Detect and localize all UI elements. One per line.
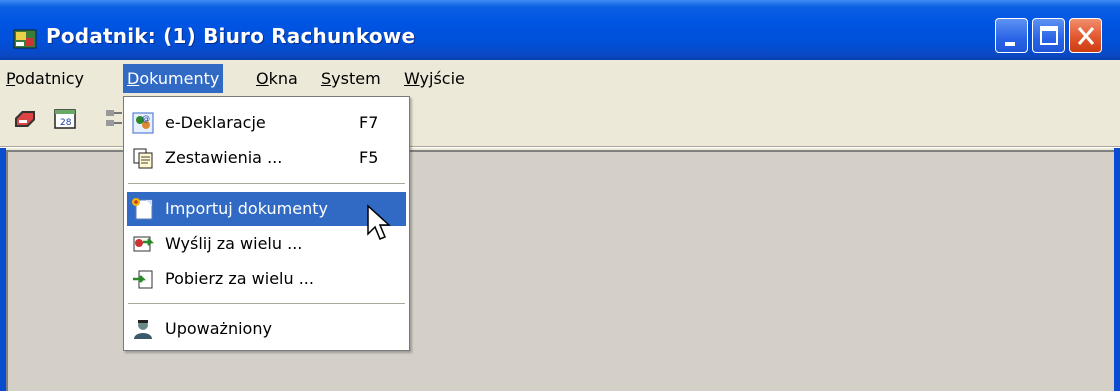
menu-item-label: Importuj dokumenty (165, 199, 328, 218)
minimize-button[interactable] (995, 18, 1028, 53)
authorized-person-icon (134, 320, 152, 339)
menu-podatnicy-label: odatnicy (15, 69, 84, 88)
menu-item-label: e-Deklaracje (165, 113, 266, 132)
menu-item-label: Wyślij za wielu ... (165, 234, 303, 253)
mouse-cursor-icon (367, 204, 391, 240)
menu-item-zestawienia[interactable]: Zestawienia ... F5 (127, 141, 406, 175)
menu-item-importuj-dokumenty[interactable]: Importuj dokumenty (127, 192, 406, 226)
menu-system[interactable]: System (317, 64, 385, 93)
menu-dokumenty-label: okumenty (139, 69, 220, 88)
import-document-icon (132, 198, 153, 220)
menu-podatnicy[interactable]: Podatnicy (2, 64, 88, 93)
window-title: Podatnik: (1) Biuro Rachunkowe (46, 24, 416, 48)
maximize-button[interactable] (1032, 18, 1065, 53)
menu-wyjscie-mnemonic: W (404, 69, 420, 88)
menu-okna-mnemonic: O (256, 69, 269, 88)
menu-podatnicy-mnemonic: P (6, 69, 16, 88)
menu-separator (128, 303, 405, 305)
menu-okna-label: kna (268, 69, 298, 88)
menu-wyjscie-label: yjście (419, 69, 465, 88)
menu-system-mnemonic: S (321, 69, 332, 88)
e-declaration-icon: @ (132, 112, 154, 134)
menu-item-wyslij-za-wielu[interactable]: Wyślij za wielu ... (127, 227, 406, 261)
menu-item-upowazniony[interactable]: Upoważniony (127, 312, 406, 346)
menu-item-label: Upoważniony (165, 319, 272, 338)
calendar-icon[interactable]: 28 (52, 106, 78, 132)
menu-separator (128, 183, 405, 185)
menu-item-shortcut: F7 (359, 113, 379, 132)
reports-icon (133, 148, 153, 169)
svg-text:@: @ (142, 114, 150, 123)
menu-system-label: ystem (331, 69, 381, 88)
menu-wyjscie[interactable]: Wyjście (400, 64, 469, 93)
menu-item-pobierz-za-wielu[interactable]: Pobierz za wielu ... (127, 262, 406, 296)
menu-item-shortcut: F5 (359, 148, 379, 167)
printer-icon[interactable] (12, 106, 38, 132)
close-icon (1077, 27, 1095, 45)
close-button[interactable] (1069, 18, 1102, 53)
maximize-icon (1040, 26, 1058, 45)
svg-text:28: 28 (60, 118, 72, 128)
menu-item-label: Zestawienia ... (165, 148, 283, 167)
window-frame-right (1114, 148, 1120, 391)
minimize-icon (1005, 42, 1015, 46)
send-icon (133, 236, 155, 252)
menu-item-e-deklaracje[interactable]: @ e-Deklaracje F7 (127, 106, 406, 140)
menu-dokumenty[interactable]: Dokumenty (123, 64, 224, 93)
app-icon (13, 29, 37, 49)
menu-okna[interactable]: Okna (252, 64, 302, 93)
menu-bar: Podatnicy Dokumenty Okna System Wyjście (0, 60, 1120, 98)
download-icon (133, 270, 153, 289)
title-bar[interactable]: Podatnik: (1) Biuro Rachunkowe (0, 0, 1120, 60)
menu-item-label: Pobierz za wielu ... (165, 269, 314, 288)
menu-dokumenty-mnemonic: D (127, 69, 140, 88)
